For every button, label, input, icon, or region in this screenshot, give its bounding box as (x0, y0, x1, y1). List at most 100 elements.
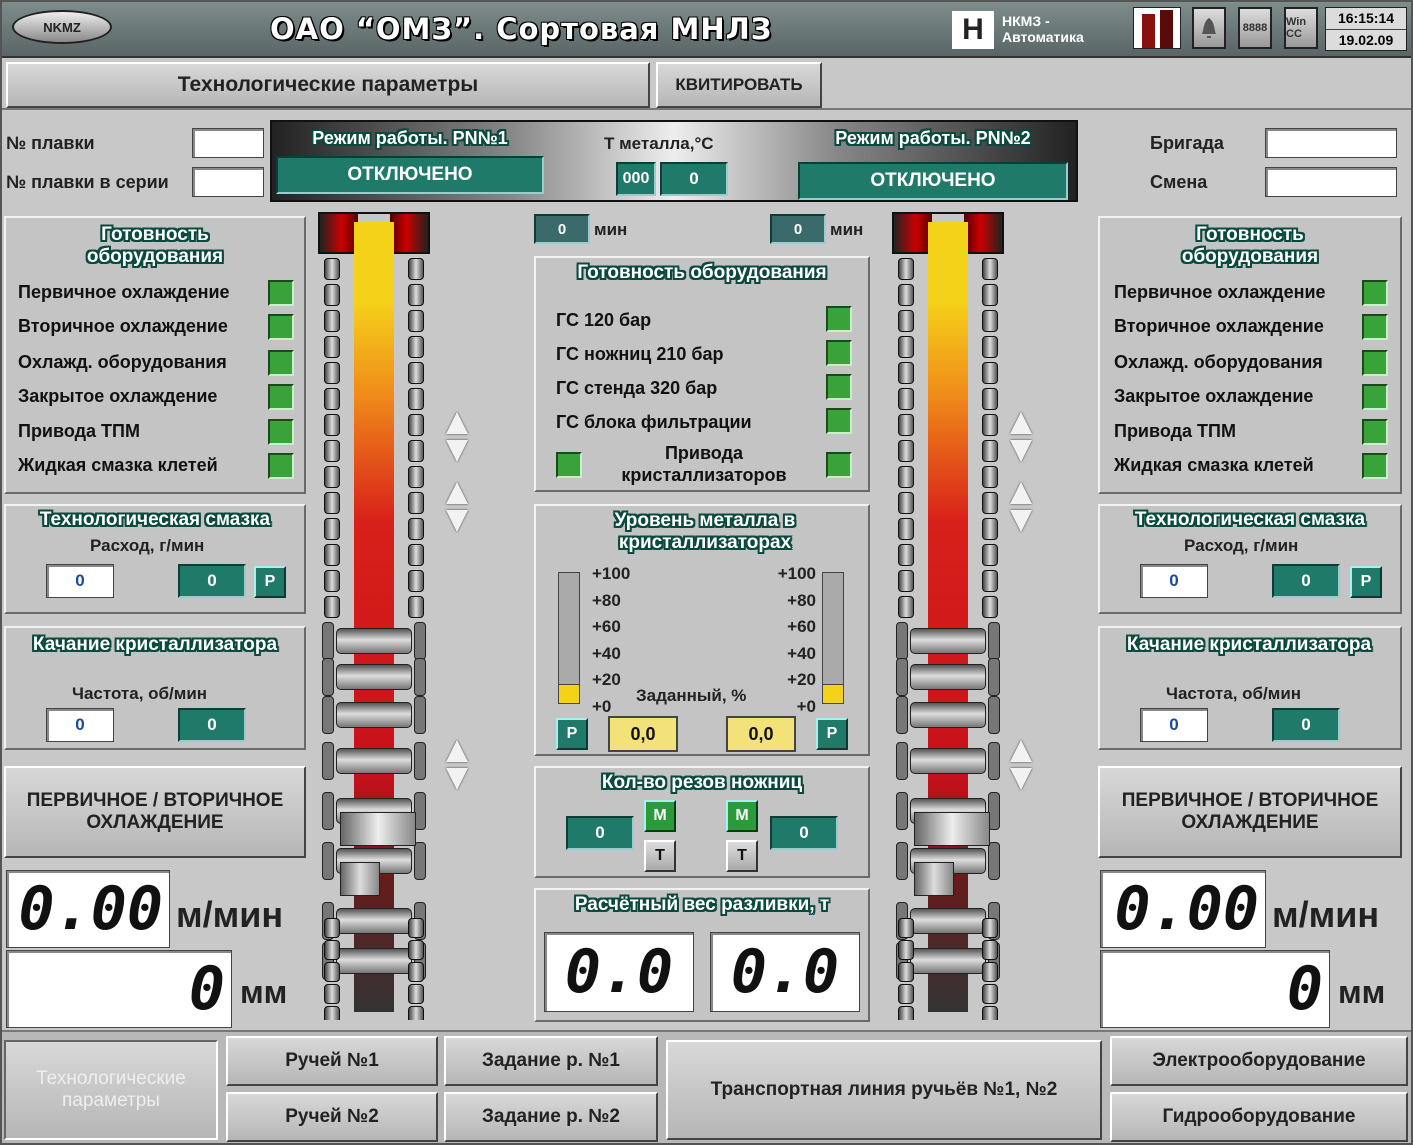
right-ready-label-4: Привода ТПМ (1114, 421, 1236, 441)
left-cooling-button[interactable]: ПЕРВИЧНОЕ / ВТОРИЧНОЕ ОХЛАЖДЕНИЕ (4, 766, 306, 858)
clock: 16:15:14 19.02.09 (1325, 7, 1407, 51)
left-osc-actual: 0 (178, 708, 246, 742)
roller-left (898, 388, 914, 410)
up-down-arrows-icon[interactable] (1010, 412, 1034, 464)
roller-chock (896, 742, 908, 780)
level1-setpoint[interactable]: 0,0 (608, 716, 678, 752)
roller-right (408, 440, 424, 462)
nav-strand-1[interactable]: Ручей №1 (226, 1036, 438, 1086)
nav-task-1[interactable]: Задание р. №1 (444, 1036, 658, 1086)
nav-tech-params[interactable]: Технологические параметры (4, 1040, 218, 1140)
right-lube-p-button[interactable]: P (1350, 566, 1382, 598)
left-ready-label-2: Охлажд. оборудования (18, 352, 227, 372)
down-arrow-icon[interactable] (446, 510, 468, 532)
level2-tick-2: +60 (787, 617, 816, 636)
mode1-status[interactable]: ОТКЛЮЧЕНО (276, 156, 544, 194)
roller-right (982, 570, 998, 592)
up-down-arrows-icon[interactable] (446, 412, 470, 464)
cuts1-t-button[interactable]: T (644, 840, 676, 872)
up-arrow-icon[interactable] (446, 412, 468, 434)
nav-electro[interactable]: Электрооборудование (1110, 1036, 1408, 1086)
roller-left (898, 440, 914, 462)
up-down-arrows-icon[interactable] (1010, 740, 1034, 792)
down-arrow-icon[interactable] (1010, 440, 1032, 462)
right-speed-display: 0.00 (1100, 870, 1266, 948)
left-lube-actual: 0 (178, 564, 246, 598)
left-length-display: 0 (6, 950, 232, 1028)
right-ready-led-0 (1362, 280, 1388, 306)
up-arrow-icon[interactable] (1010, 482, 1032, 504)
center-ready-label-3: ГС блока фильтрации (556, 412, 752, 432)
mode2-status[interactable]: ОТКЛЮЧЕНО (798, 162, 1068, 200)
roller-right (982, 466, 998, 488)
right-cooling-button[interactable]: ПЕРВИЧНОЕ / ВТОРИЧНОЕ ОХЛАЖДЕНИЕ (1098, 766, 1402, 858)
keypad-icon[interactable]: 8888 (1238, 7, 1272, 49)
roller-right (982, 940, 998, 960)
up-arrow-icon[interactable] (446, 482, 468, 504)
roller-left (898, 940, 914, 960)
nkmz-logo: NKMZ (12, 10, 112, 44)
left-readiness-title: Готовность оборудования (86, 224, 224, 267)
acknowledge-button[interactable]: КВИТИРОВАТЬ (656, 62, 822, 108)
right-lube-set[interactable]: 0 (1140, 564, 1208, 598)
bell-icon[interactable] (1192, 7, 1226, 49)
left-osc-title: Качание кристаллизатора (32, 634, 278, 655)
roller-chock (988, 742, 1000, 780)
shift-field[interactable] (1265, 167, 1397, 197)
roller-left (324, 596, 340, 618)
level2-p-button[interactable]: P (816, 718, 848, 750)
drives-led-left (556, 452, 582, 478)
heat-number-field[interactable] (192, 128, 264, 158)
roller-chock (896, 658, 908, 696)
cuts1-m-button[interactable]: M (644, 800, 676, 832)
right-lube-actual: 0 (1272, 564, 1340, 598)
heat-label: № плавки (6, 133, 95, 153)
right-length-display: 0 (1100, 950, 1330, 1028)
down-arrow-icon[interactable] (446, 440, 468, 462)
roller-right (982, 258, 998, 280)
up-arrow-icon[interactable] (1010, 412, 1032, 434)
wincc-icon[interactable]: Win CC (1284, 7, 1318, 49)
nav-task-2[interactable]: Задание р. №2 (444, 1092, 658, 1142)
cuts2-t-button[interactable]: T (726, 840, 758, 872)
roller-pair (910, 702, 986, 728)
right-ready-label-2: Охлажд. оборудования (1114, 352, 1323, 372)
left-ready-label-0: Первичное охлаждение (18, 282, 230, 302)
heat-series-field[interactable] (192, 167, 264, 197)
brigade-field[interactable] (1265, 128, 1397, 158)
up-down-arrows-icon[interactable] (1010, 482, 1034, 534)
level2-setpoint[interactable]: 0,0 (726, 716, 796, 752)
down-arrow-icon[interactable] (1010, 510, 1032, 532)
roller-left (898, 336, 914, 358)
roller-left (324, 362, 340, 384)
mode2-title: Режим работы. РN№2 (835, 128, 1031, 148)
cuts2-m-button[interactable]: M (726, 800, 758, 832)
left-osc-set[interactable]: 0 (46, 708, 114, 742)
roller-right (982, 544, 998, 566)
roller-pair (910, 748, 986, 774)
level1-tick-2: +60 (592, 617, 621, 636)
roller-right (982, 984, 998, 1004)
left-length-unit: мм (240, 974, 288, 1010)
up-arrow-icon[interactable] (446, 740, 468, 762)
nav-transport-line[interactable]: Транспортная линия ручьёв №1, №2 (666, 1040, 1102, 1140)
level1-p-button[interactable]: P (556, 718, 588, 750)
roller-left (898, 362, 914, 384)
down-arrow-icon[interactable] (446, 768, 468, 790)
roller-pair (336, 908, 412, 934)
level1-tick-1: +80 (592, 590, 621, 610)
down-arrow-icon[interactable] (1010, 768, 1032, 790)
level2-tick-1: +80 (787, 590, 816, 610)
roller-pair (336, 702, 412, 728)
left-lube-p-button[interactable]: P (254, 566, 286, 598)
up-down-arrows-icon[interactable] (446, 482, 470, 534)
left-lube-set[interactable]: 0 (46, 564, 114, 598)
right-osc-set[interactable]: 0 (1140, 708, 1208, 742)
up-arrow-icon[interactable] (1010, 740, 1032, 762)
roller-right (408, 258, 424, 280)
up-down-arrows-icon[interactable] (446, 740, 470, 792)
roller-chock (322, 792, 334, 830)
nav-strand-2[interactable]: Ручей №2 (226, 1092, 438, 1142)
nav-hydro[interactable]: Гидрооборудование (1110, 1092, 1408, 1142)
alarm-bars-icon[interactable] (1133, 7, 1181, 49)
